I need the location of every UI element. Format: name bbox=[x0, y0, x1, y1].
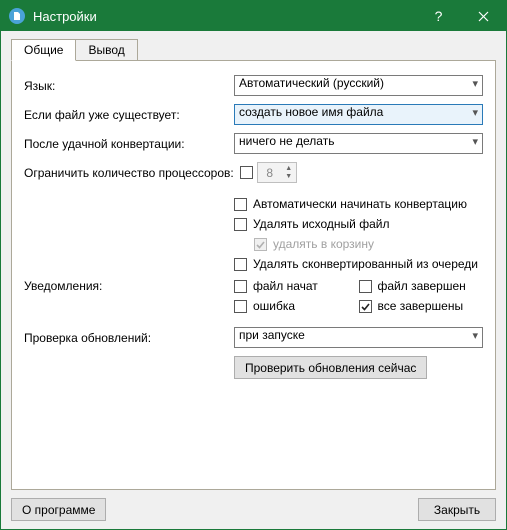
client-area: Общие Вывод Язык: Автоматический (русски… bbox=[1, 31, 506, 529]
check-updates-label: Проверка обновлений: bbox=[24, 331, 234, 345]
language-combo[interactable]: Автоматический (русский) bbox=[234, 75, 483, 96]
window-title: Настройки bbox=[33, 9, 416, 24]
tabstrip: Общие Вывод bbox=[11, 39, 496, 60]
app-icon bbox=[9, 8, 25, 24]
remove-from-queue-checkbox[interactable] bbox=[234, 258, 247, 271]
settings-window: Настройки ? Общие Вывод Язык: Автоматиче… bbox=[0, 0, 507, 530]
close-window-button[interactable] bbox=[461, 1, 506, 31]
error-checkbox[interactable] bbox=[234, 300, 247, 313]
cpu-count-input[interactable] bbox=[258, 165, 282, 181]
tab-panel-general: Язык: Автоматический (русский) Если файл… bbox=[11, 60, 496, 490]
after-convert-combo[interactable]: ничего не делать bbox=[234, 133, 483, 154]
error-label: ошибка bbox=[253, 299, 295, 313]
titlebar: Настройки ? bbox=[1, 1, 506, 31]
file-started-label: файл начат bbox=[253, 279, 318, 293]
tab-general[interactable]: Общие bbox=[11, 39, 76, 61]
auto-start-checkbox[interactable] bbox=[234, 198, 247, 211]
about-button[interactable]: О программе bbox=[11, 498, 106, 521]
after-convert-label: После удачной конвертации: bbox=[24, 137, 234, 151]
if-file-exists-label: Если файл уже существует: bbox=[24, 108, 234, 122]
delete-to-recycle-checkbox bbox=[254, 238, 267, 251]
close-button[interactable]: Закрыть bbox=[418, 498, 496, 521]
spin-up[interactable]: ▲ bbox=[282, 165, 296, 173]
file-finished-label: файл завершен bbox=[378, 279, 466, 293]
check-updates-now-button[interactable]: Проверить обновления сейчас bbox=[234, 356, 427, 379]
language-label: Язык: bbox=[24, 79, 234, 93]
limit-cpu-label: Ограничить количество процессоров: bbox=[24, 166, 234, 180]
cpu-count-spinner[interactable]: ▲▼ bbox=[257, 162, 297, 183]
tab-output[interactable]: Вывод bbox=[75, 39, 137, 60]
spin-down[interactable]: ▼ bbox=[282, 173, 296, 181]
notifications-label: Уведомления: bbox=[24, 279, 234, 293]
titlebar-buttons: ? bbox=[416, 1, 506, 31]
footer: О программе Закрыть bbox=[11, 490, 496, 521]
delete-to-recycle-label: удалять в корзину bbox=[273, 237, 374, 251]
if-file-exists-combo[interactable]: создать новое имя файла bbox=[234, 104, 483, 125]
remove-from-queue-label: Удалять сконвертированный из очереди bbox=[253, 257, 478, 271]
file-finished-checkbox[interactable] bbox=[359, 280, 372, 293]
delete-source-label: Удалять исходный файл bbox=[253, 217, 389, 231]
all-finished-checkbox[interactable] bbox=[359, 300, 372, 313]
check-updates-combo[interactable]: при запуске bbox=[234, 327, 483, 348]
limit-cpu-checkbox[interactable] bbox=[240, 166, 253, 179]
auto-start-label: Автоматически начинать конвертацию bbox=[253, 197, 467, 211]
file-started-checkbox[interactable] bbox=[234, 280, 247, 293]
delete-source-checkbox[interactable] bbox=[234, 218, 247, 231]
all-finished-label: все завершены bbox=[378, 299, 464, 313]
help-button[interactable]: ? bbox=[416, 1, 461, 31]
